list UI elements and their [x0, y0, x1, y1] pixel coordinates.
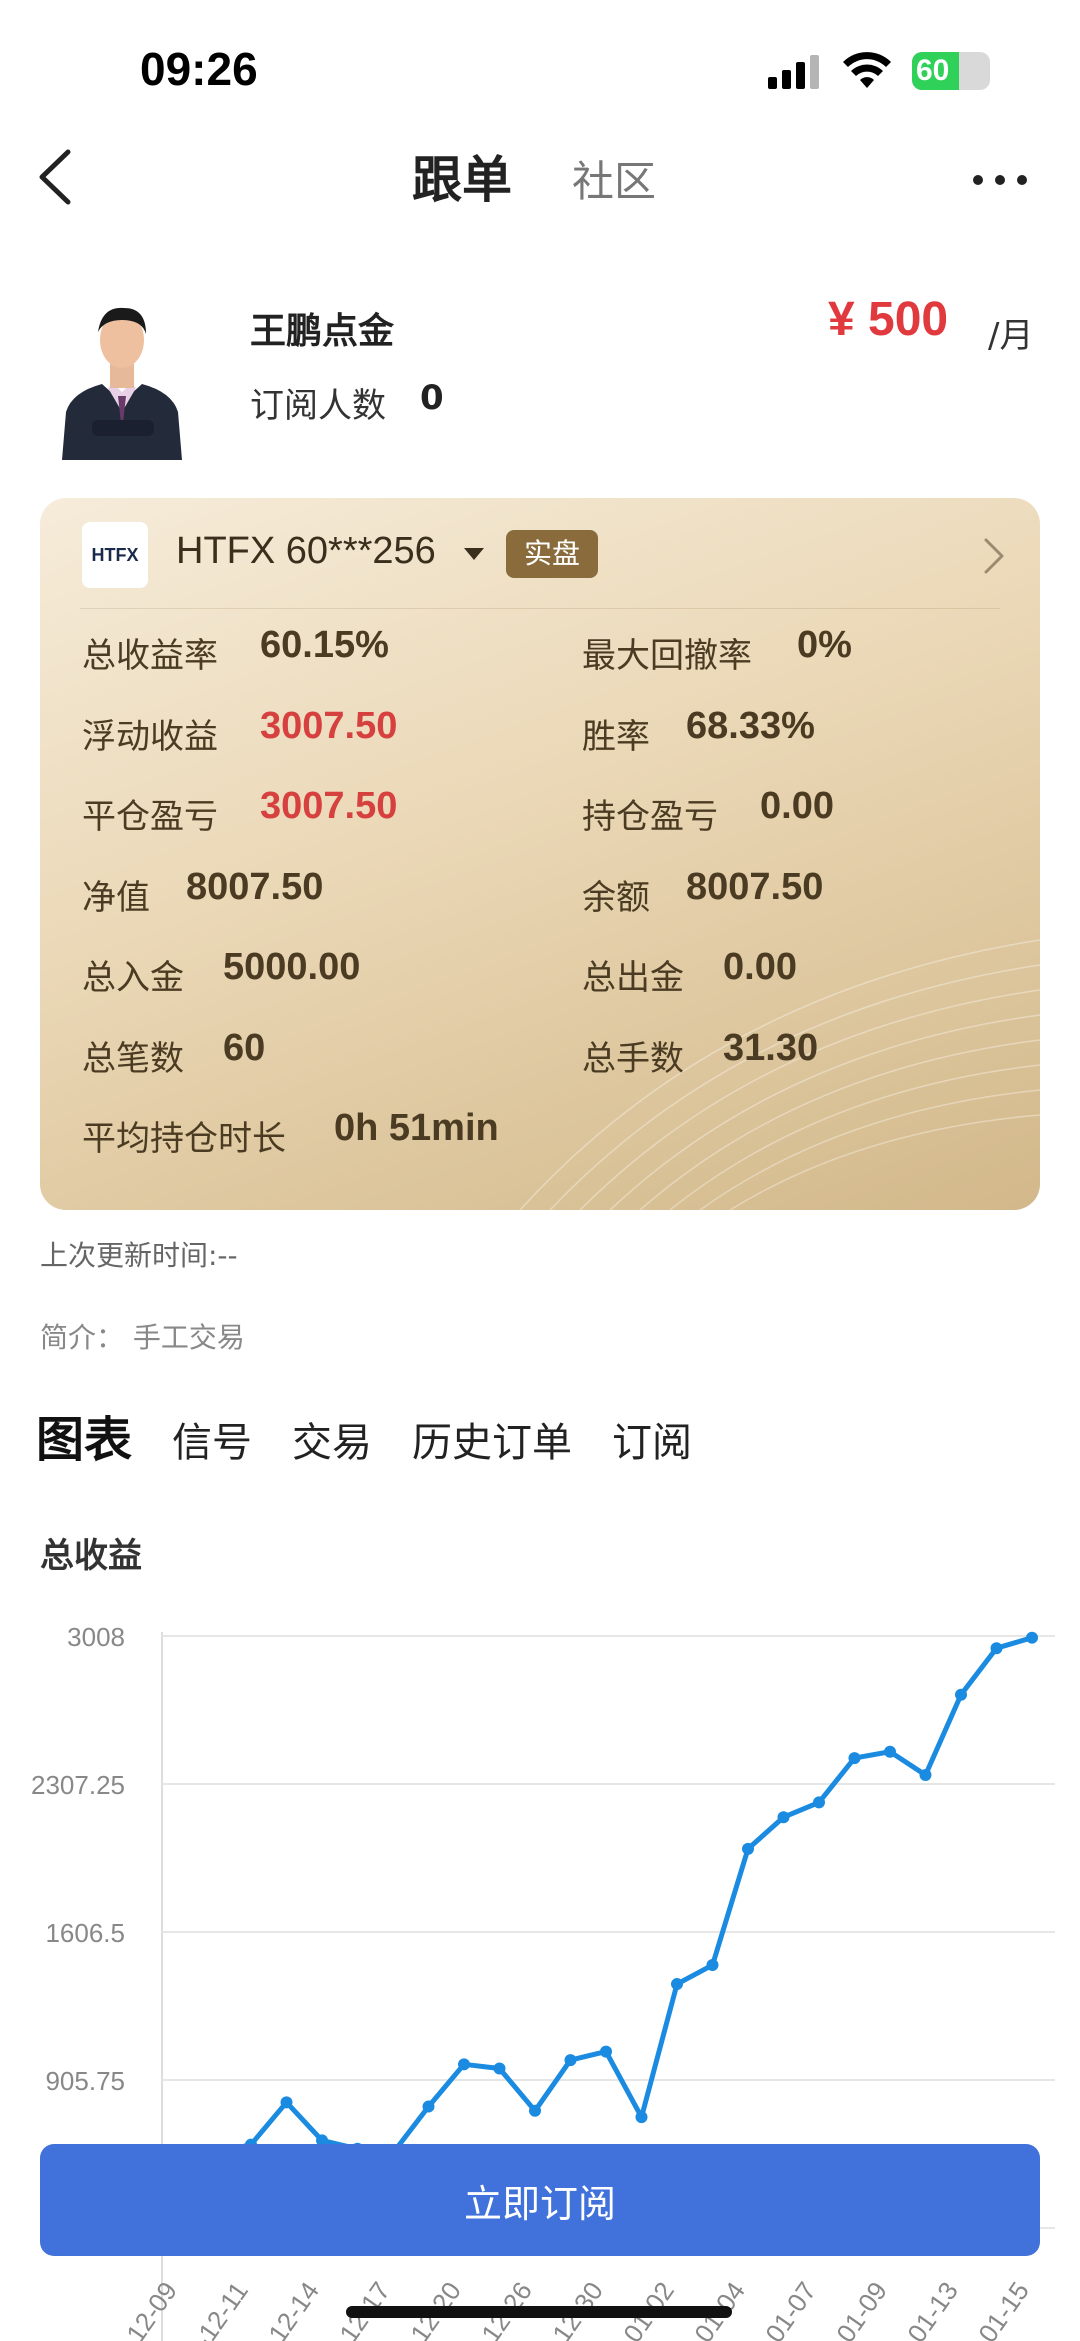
data-point: [955, 1688, 967, 1701]
more-icon[interactable]: [970, 170, 1030, 190]
x-tick-label: 2024-12-09: [82, 2276, 183, 2341]
stat-label: 总入金: [82, 958, 184, 998]
status-time: 09:26: [140, 43, 258, 95]
data-point: [280, 2096, 293, 2109]
stat-value: 0%: [797, 624, 852, 666]
stat-label: 平均持仓时长: [82, 1119, 286, 1159]
tab-trades[interactable]: 交易: [292, 1410, 372, 1468]
tab-history-orders[interactable]: 历史订单: [412, 1410, 572, 1468]
cellular-signal-icon: [768, 55, 819, 89]
top-nav: 跟单 社区: [0, 130, 1080, 230]
last-update-time: 上次更新时间:--: [40, 1239, 238, 1272]
status-icons: 60: [768, 52, 990, 90]
avatar[interactable]: [62, 292, 182, 460]
account-card[interactable]: HTFX HTFX 60***256 实盘 总收益率 60.15% 最大回撤率 0% 浮…: [40, 498, 1040, 1210]
data-point: [635, 2111, 648, 2124]
status-bar: 09:26 60: [0, 0, 1080, 130]
trader-intro: 简介： 手工交易: [40, 1321, 245, 1354]
data-point: [458, 2058, 470, 2071]
data-point: [600, 2045, 612, 2058]
y-tick-label: 2307.25: [31, 1770, 125, 1800]
price-unit: /月: [988, 316, 1034, 356]
broker-logo: HTFX: [82, 522, 148, 588]
subscribe-button[interactable]: 立即订阅: [40, 2144, 1040, 2256]
data-point: [848, 1752, 861, 1765]
tab-subscription[interactable]: 订阅: [612, 1410, 692, 1468]
account-type-badge: 实盘: [506, 530, 599, 578]
chart-title: 总收益: [40, 1536, 142, 1576]
battery-icon: 60: [912, 52, 990, 90]
subscription-price: ¥ 500: [828, 293, 949, 346]
stat-value: 8007.50: [186, 865, 324, 908]
stat-value: 8007.50: [686, 865, 824, 908]
data-point: [671, 1978, 683, 1991]
data-point: [919, 1768, 932, 1781]
stat-value: 60: [223, 1026, 266, 1069]
stat-value: 3007.50: [260, 785, 398, 827]
y-tick-label: 1606.5: [45, 1918, 125, 1948]
stat-label: 浮动收益: [82, 716, 218, 757]
stat-label: 净值: [82, 877, 150, 918]
data-point: [742, 1842, 754, 1855]
stat-label: 胜率: [582, 716, 650, 757]
data-point: [777, 1811, 790, 1824]
card-divider: [80, 608, 1000, 609]
stat-label: 余额: [582, 877, 650, 918]
stat-label: 总收益率: [82, 636, 218, 676]
stat-value: 3007.50: [260, 704, 398, 747]
account-name[interactable]: HTFX 60***256: [176, 530, 436, 573]
stat-label: 最大回撤率: [582, 636, 752, 676]
data-point: [813, 1796, 825, 1809]
tab-signal[interactable]: 信号: [172, 1410, 252, 1468]
series-line: [179, 1635, 1033, 2164]
home-indicator: [346, 2306, 732, 2318]
y-tick-label: 905.75: [45, 2066, 125, 2096]
stat-value: 68.33%: [686, 704, 815, 747]
tab-community[interactable]: 社区: [572, 148, 656, 209]
stat-value: 5000.00: [223, 946, 361, 988]
subscriber-count-label: 订阅人数: [250, 386, 386, 426]
back-arrow-icon[interactable]: [30, 142, 90, 212]
data-point: [706, 1959, 719, 1972]
stat-label: 平仓盈亏: [82, 797, 218, 837]
tab-chart[interactable]: 图表: [36, 1400, 132, 1470]
card-wave-decoration: [520, 939, 1040, 1210]
stat-value: 0.00: [723, 946, 797, 988]
broker-logo-text: HTFX: [91, 544, 139, 565]
data-point: [564, 2054, 577, 2067]
subscriber-count: 0: [420, 378, 444, 418]
tab-copy-trade[interactable]: 跟单: [412, 140, 512, 212]
stat-value: 60.15%: [260, 624, 389, 666]
caret-down-icon[interactable]: [464, 548, 484, 560]
data-point: [884, 1745, 896, 1758]
stat-label: 总手数: [582, 1038, 684, 1079]
stat-label: 总出金: [582, 958, 684, 998]
content-tabs: 图表 信号 交易 历史订单 订阅: [36, 1400, 732, 1470]
data-point: [529, 2104, 541, 2117]
battery-level: 60: [916, 54, 950, 87]
stat-value: 31.30: [723, 1026, 819, 1069]
data-point: [493, 2062, 506, 2075]
data-point: [990, 1642, 1003, 1655]
trader-name: 王鹏点金: [250, 311, 395, 352]
stat-label: 总笔数: [82, 1038, 184, 1079]
data-point: [422, 2100, 435, 2113]
chevron-right-icon[interactable]: [982, 536, 1006, 576]
stat-value: 0.00: [760, 785, 834, 827]
stat-value: 0h 51min: [334, 1107, 499, 1149]
wifi-icon: [843, 52, 891, 88]
y-tick-label: 3008: [67, 1622, 125, 1652]
data-point: [1026, 1631, 1038, 1644]
stat-label: 持仓盈亏: [582, 797, 718, 837]
